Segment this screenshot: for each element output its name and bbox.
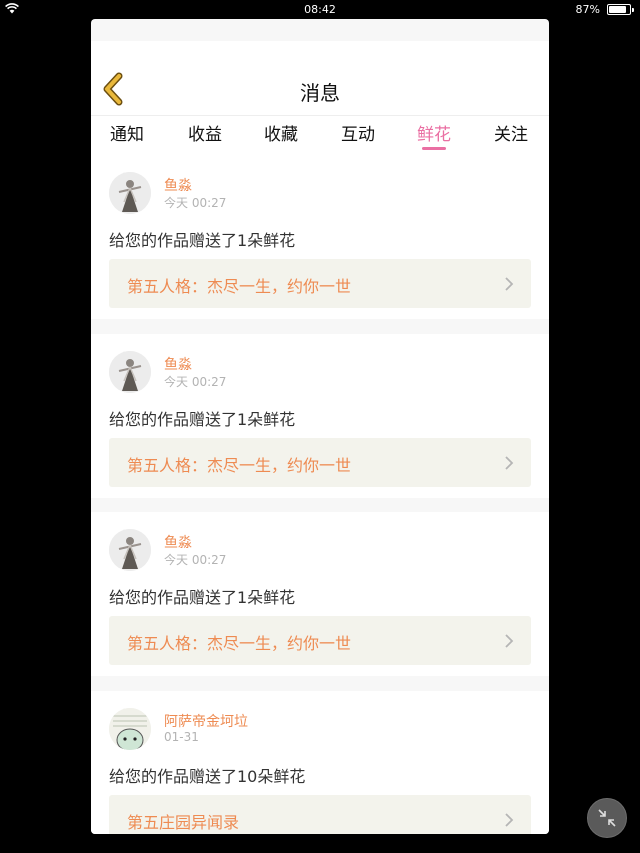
chevron-right-icon	[505, 813, 514, 827]
work-title: 第五庄园异闻录	[127, 813, 240, 832]
chevron-right-icon	[505, 456, 514, 470]
page-title: 消息	[300, 81, 340, 105]
work-link[interactable]: 第五人格：杰尽一生，约你一世	[109, 616, 531, 665]
chevron-right-icon	[505, 277, 514, 291]
tab-label: 收益	[188, 125, 222, 145]
username[interactable]: 鱼淼	[164, 175, 192, 195]
timestamp: 今天 00:27	[164, 375, 227, 389]
avatar[interactable]	[109, 351, 151, 393]
avatar[interactable]	[109, 172, 151, 214]
message-text: 给您的作品赠送了1朵鲜花	[109, 410, 296, 429]
message-text: 给您的作品赠送了1朵鲜花	[109, 588, 296, 607]
username[interactable]: 鱼淼	[164, 532, 192, 552]
message-item: 鱼淼 今天 00:27 给您的作品赠送了1朵鲜花 第五人格：杰尽一生，约你一世	[91, 512, 549, 676]
work-title: 第五人格：杰尽一生，约你一世	[127, 277, 352, 296]
work-link[interactable]: 第五人格：杰尽一生，约你一世	[109, 438, 531, 487]
message-item: 阿萨帝金坷垃 01-31 给您的作品赠送了10朵鲜花 第五庄园异闻录	[91, 691, 549, 834]
timestamp: 01-31	[164, 730, 199, 744]
nav-bar: 消息	[91, 41, 549, 115]
avatar[interactable]	[109, 708, 151, 750]
avatar[interactable]	[109, 529, 151, 571]
status-bar: 08:42 87%	[0, 0, 640, 18]
work-link[interactable]: 第五庄园异闻录	[109, 795, 531, 834]
timestamp: 今天 00:27	[164, 196, 227, 210]
tab-bar: 通知 收益 收藏 互动 鲜花 关注	[91, 115, 549, 155]
collapse-button[interactable]	[587, 798, 627, 838]
tab-label: 收藏	[264, 125, 298, 145]
username[interactable]: 阿萨帝金坷垃	[164, 711, 248, 731]
clock: 08:42	[304, 3, 336, 16]
tab-flowers[interactable]: 鲜花	[406, 120, 462, 150]
tab-following[interactable]: 关注	[483, 120, 539, 145]
chevron-right-icon	[505, 634, 514, 648]
work-title: 第五人格：杰尽一生，约你一世	[127, 456, 352, 475]
message-text: 给您的作品赠送了10朵鲜花	[109, 767, 306, 786]
message-text: 给您的作品赠送了1朵鲜花	[109, 231, 296, 250]
message-item: 鱼淼 今天 00:27 给您的作品赠送了1朵鲜花 第五人格：杰尽一生，约你一世	[91, 334, 549, 498]
message-item: 鱼淼 今天 00:27 给您的作品赠送了1朵鲜花 第五人格：杰尽一生，约你一世	[91, 155, 549, 319]
messages-modal: 消息 通知 收益 收藏 互动 鲜花 关注 鱼淼 今天 00:27 给您的作品赠送…	[91, 19, 549, 834]
battery-percent: 87%	[575, 3, 600, 16]
collapse-icon	[598, 809, 616, 827]
work-link[interactable]: 第五人格：杰尽一生，约你一世	[109, 259, 531, 308]
tab-earnings[interactable]: 收益	[177, 120, 233, 145]
timestamp: 今天 00:27	[164, 553, 227, 567]
active-tab-indicator	[422, 147, 446, 150]
username[interactable]: 鱼淼	[164, 354, 192, 374]
tab-favorites[interactable]: 收藏	[253, 120, 309, 145]
tab-notifications[interactable]: 通知	[99, 120, 155, 145]
tab-label: 鲜花	[417, 125, 451, 145]
battery-icon	[607, 4, 634, 15]
tab-label: 关注	[494, 125, 528, 145]
tab-interactions[interactable]: 互动	[330, 120, 386, 145]
tab-label: 通知	[110, 125, 144, 145]
tab-label: 互动	[341, 125, 375, 145]
work-title: 第五人格：杰尽一生，约你一世	[127, 634, 352, 653]
